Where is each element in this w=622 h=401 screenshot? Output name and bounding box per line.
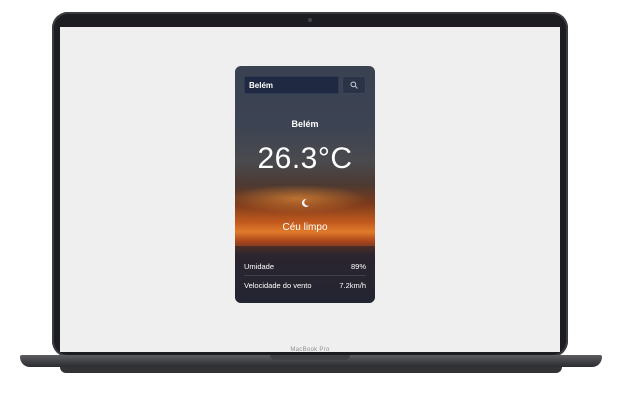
camera [308,18,312,22]
city-name: Belém [291,119,319,129]
wind-row: Velocidade do vento 7.2km/h [244,281,366,290]
laptop-base-shadow [60,367,562,373]
search-icon [350,81,358,89]
device-brand-label: MacBook Pro [290,347,330,353]
weather-card: Belém 26.3°C Céu limpo Umidade 89% Veloc… [235,66,375,303]
humidity-row: Umidade 89% [244,262,366,271]
humidity-label: Umidade [244,262,275,271]
laptop-lid: Belém 26.3°C Céu limpo Umidade 89% Veloc… [52,12,568,357]
wind-value: 7.2km/h [339,281,366,290]
laptop-screen: Belém 26.3°C Céu limpo Umidade 89% Veloc… [60,27,560,352]
temperature: 26.3°C [257,142,353,175]
weather-condition: Céu limpo [282,222,328,233]
laptop-notch [270,355,350,360]
search-button[interactable] [342,76,366,94]
search-bar [244,76,366,94]
city-search-input[interactable] [244,76,339,94]
divider [244,275,366,276]
humidity-value: 89% [350,262,366,271]
moon-icon [301,198,309,207]
wind-label: Velocidade do vento [244,281,312,290]
